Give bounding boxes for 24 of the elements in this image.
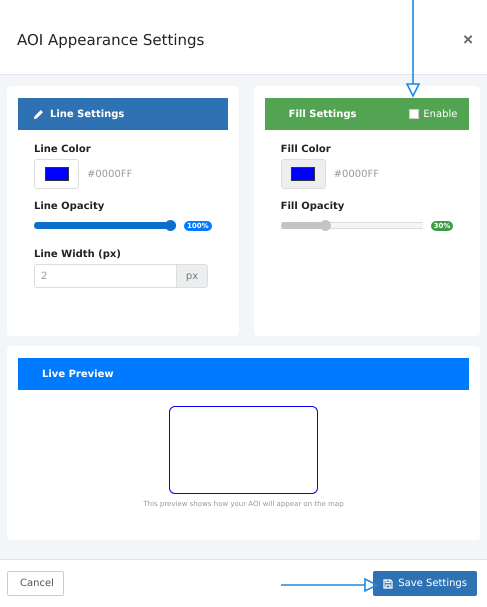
field-label: Line Width (px)	[34, 249, 121, 260]
unit-label: px	[177, 264, 208, 288]
pencil-icon	[33, 108, 44, 120]
save-button[interactable]: Save Settings	[373, 571, 477, 596]
section-title: Line Settings	[50, 108, 124, 120]
slider-thumb[interactable]	[165, 220, 176, 231]
color-picker[interactable]	[34, 159, 79, 189]
enable-checkbox[interactable]	[409, 109, 420, 119]
close-button[interactable]: ×	[459, 30, 477, 50]
color-value: #0000FF	[334, 168, 379, 180]
save-icon	[383, 578, 394, 588]
checkbox-label: Enable	[423, 108, 458, 120]
dialog-title: AOI Appearance Settings	[17, 30, 204, 49]
section-title: Live Preview	[42, 368, 114, 380]
field-label: Fill Color	[280, 144, 331, 155]
opacity-slider[interactable]	[280, 220, 423, 231]
cancel-button[interactable]: Cancel	[7, 571, 64, 596]
field-label: Line Opacity	[34, 201, 104, 212]
section-title: Fill Settings	[288, 108, 356, 120]
color-picker[interactable]	[280, 159, 326, 189]
field-label: Line Color	[34, 144, 91, 155]
field-label: Fill Opacity	[280, 201, 344, 212]
color-value: #0000FF	[87, 168, 132, 180]
slider-thumb[interactable]	[320, 220, 331, 231]
